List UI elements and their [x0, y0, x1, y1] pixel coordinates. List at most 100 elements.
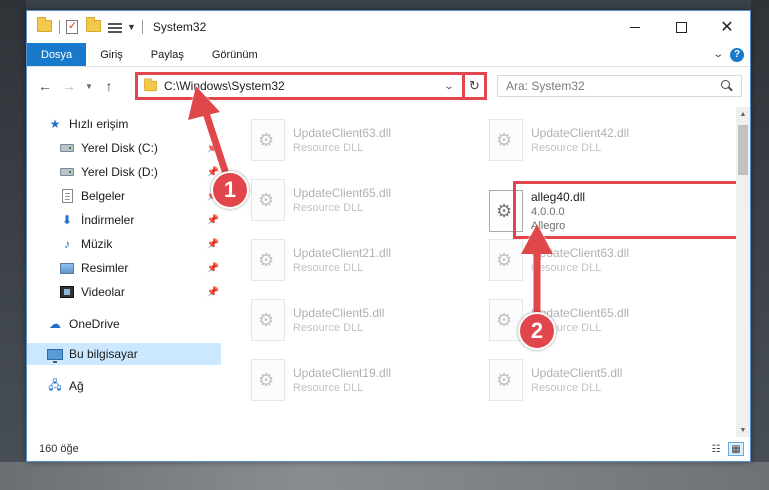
dll-file-icon — [251, 359, 285, 401]
item-count: 160 öğe — [39, 443, 79, 455]
file-type: Resource DLL — [293, 322, 364, 334]
sidebar-item-label: Videolar — [81, 285, 125, 299]
sidebar-item-documents[interactable]: Belgeler 📌 — [59, 185, 219, 207]
downloads-icon: ⬇ — [61, 213, 73, 227]
tab-share[interactable]: Paylaş — [137, 43, 198, 66]
sidebar-item-label: Ağ — [69, 379, 84, 393]
address-bar[interactable]: C:\Windows\System32 ⌄ — [135, 72, 487, 100]
file-name: UpdateClient42.dll — [531, 126, 630, 140]
up-button[interactable]: ↑ — [97, 74, 121, 98]
dll-file-icon — [251, 299, 285, 341]
dll-file-icon — [489, 119, 523, 161]
documents-icon — [59, 188, 75, 204]
file-type: Resource DLL — [293, 382, 364, 394]
file-name: UpdateClient5.dll — [531, 366, 623, 380]
minimize-button[interactable] — [612, 11, 658, 43]
help-icon[interactable]: ? — [730, 47, 744, 62]
sidebar-item-label: Belgeler — [81, 189, 126, 203]
pin-icon: 📌 — [206, 262, 219, 274]
list-item[interactable]: UpdateClient63.dll Resource DLL — [251, 115, 481, 165]
file-list: UpdateClient63.dll Resource DLL UpdateCli… — [237, 107, 737, 437]
tiles-view-icon[interactable]: ▦ — [728, 442, 744, 456]
list-item[interactable]: UpdateClient5.dll Resource DLL — [251, 295, 481, 345]
list-item[interactable]: UpdateClient5.dll Resource DLL — [489, 355, 719, 405]
view-options-icon[interactable] — [108, 21, 122, 33]
sidebar-item-label: Müzik — [81, 237, 113, 251]
tab-home[interactable]: Giriş — [86, 43, 137, 66]
address-folder-icon — [144, 78, 157, 92]
vertical-scrollbar[interactable]: ▲ ▼ — [736, 107, 750, 437]
sidebar-item-label: Resimler — [81, 261, 129, 275]
sidebar-item-label: Yerel Disk (C:) — [81, 141, 158, 155]
tab-file[interactable]: Dosya — [27, 43, 87, 66]
sidebar-item-network[interactable]: 🖧 Ağ — [47, 375, 217, 397]
title-separator — [59, 20, 60, 34]
sidebar-item-pictures[interactable]: Resimler 📌 — [59, 257, 219, 279]
dll-file-icon — [251, 179, 285, 221]
recent-locations-icon[interactable]: ▼ — [81, 74, 97, 98]
refresh-button[interactable]: ↻ — [462, 72, 487, 100]
sidebar-item-this-pc[interactable]: Bu bilgisayar — [27, 343, 221, 365]
address-dropdown-icon[interactable]: ⌄ — [437, 81, 460, 92]
expand-ribbon-icon[interactable]: ⌄ — [712, 49, 724, 60]
back-button[interactable]: ← — [33, 74, 57, 98]
pin-icon: 📌 — [206, 238, 219, 250]
pictures-icon — [59, 260, 75, 276]
file-type: Resource DLL — [293, 142, 364, 154]
search-icon[interactable] — [721, 80, 733, 92]
title-separator-2 — [141, 20, 143, 34]
list-item[interactable]: UpdateClient21.dll Resource DLL — [251, 235, 481, 285]
file-type: Resource DLL — [531, 382, 602, 394]
sidebar-item-disk-d[interactable]: Yerel Disk (D:) 📌 — [59, 161, 219, 183]
list-item[interactable]: UpdateClient42.dll Resource DLL — [489, 115, 719, 165]
file-type: Resource DLL — [531, 142, 602, 154]
file-type: Resource DLL — [293, 262, 364, 274]
sidebar-item-videos[interactable]: Videolar 📌 — [59, 281, 219, 303]
address-path[interactable]: C:\Windows\System32 — [164, 79, 285, 93]
new-folder-icon[interactable] — [86, 17, 102, 34]
window-title: System32 — [152, 20, 207, 34]
scroll-thumb[interactable] — [738, 125, 748, 175]
computer-icon — [47, 346, 63, 363]
sidebar-item-quick-access[interactable]: ★ Hızlı erişim — [47, 113, 217, 135]
file-name: UpdateClient63.dll — [293, 126, 392, 140]
details-view-icon[interactable]: ☷ — [708, 442, 724, 456]
cloud-icon: ☁ — [49, 317, 61, 331]
file-type: Resource DLL — [531, 262, 602, 274]
step-2-badge: 2 — [518, 312, 556, 350]
forward-button[interactable]: → — [57, 74, 81, 98]
address-row: ← → ▼ ↑ C:\Windows\System32 ⌄ ↻ Ara: Sys… — [27, 69, 750, 103]
desktop-background-right — [751, 0, 769, 490]
search-placeholder: Ara: System32 — [506, 79, 585, 93]
pin-icon: 📌 — [206, 286, 219, 298]
ribbon-tabs: Dosya Giriş Paylaş Görünüm ⌄ ? — [27, 43, 750, 67]
close-button[interactable]: ✕ — [704, 11, 750, 43]
videos-icon — [59, 284, 75, 300]
list-item[interactable]: UpdateClient63.dll Resource DLL — [489, 235, 719, 285]
sidebar-item-downloads[interactable]: ⬇ İndirmeler 📌 — [59, 209, 219, 231]
dll-file-icon — [251, 239, 285, 281]
title-bar: ▼ System32 ✕ — [27, 11, 750, 43]
sidebar-item-label: Hızlı erişim — [69, 117, 129, 131]
list-item[interactable]: UpdateClient65.dll Resource DLL — [251, 175, 481, 225]
sidebar-item-onedrive[interactable]: ☁ OneDrive — [47, 313, 217, 335]
sidebar-item-disk-c[interactable]: Yerel Disk (C:) 📌 — [59, 137, 219, 159]
explorer-window: ▼ System32 ✕ Dosya Giriş Paylaş Görünüm … — [26, 10, 751, 462]
maximize-button[interactable] — [658, 11, 704, 43]
file-type: Resource DLL — [293, 202, 364, 214]
scroll-up-icon[interactable]: ▲ — [736, 107, 750, 121]
tab-view[interactable]: Görünüm — [198, 43, 272, 66]
dll-file-icon — [251, 119, 285, 161]
file-name: UpdateClient19.dll — [293, 366, 392, 380]
list-item[interactable]: UpdateClient19.dll Resource DLL — [251, 355, 481, 405]
search-input[interactable]: Ara: System32 — [497, 75, 742, 97]
sidebar-item-music[interactable]: ♪ Müzik 📌 — [59, 233, 219, 255]
sidebar-item-label: Yerel Disk (D:) — [81, 165, 158, 179]
ribbon-right-controls: ⌄ ? — [712, 43, 750, 66]
scroll-down-icon[interactable]: ▼ — [736, 423, 750, 437]
properties-icon[interactable] — [66, 19, 78, 34]
quick-access-dropdown-icon[interactable]: ▼ — [127, 22, 136, 32]
pin-icon: 📌 — [206, 142, 219, 154]
sidebar-item-label: OneDrive — [69, 317, 120, 331]
desktop-background-bottom — [0, 462, 769, 490]
